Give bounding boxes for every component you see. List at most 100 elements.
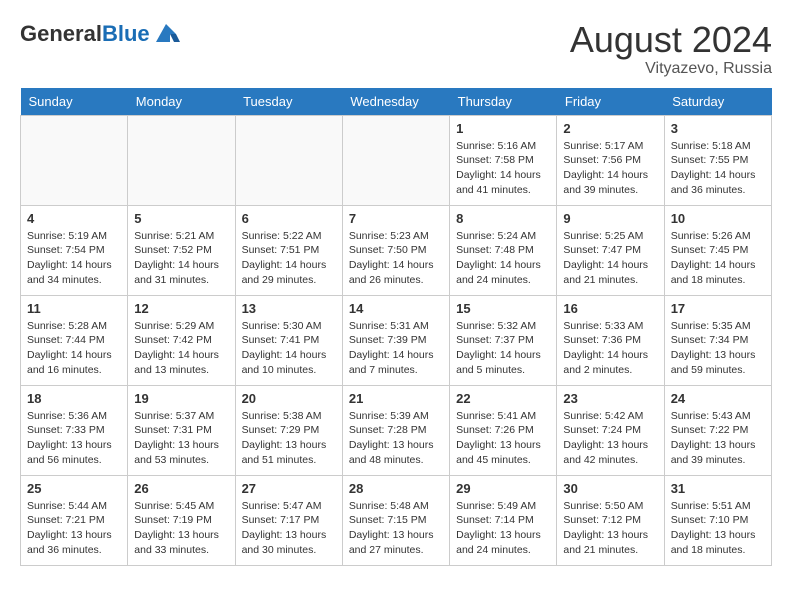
calendar-cell: 29 Sunrise: 5:49 AMSunset: 7:14 PMDayligh… [450,475,557,565]
calendar-cell: 31 Sunrise: 5:51 AMSunset: 7:10 PMDayligh… [664,475,771,565]
calendar-cell: 4 Sunrise: 5:19 AMSunset: 7:54 PMDaylight… [21,205,128,295]
location: Vityazevo, Russia [570,60,772,78]
calendar-cell: 1Sunrise: 5:16 AMSunset: 7:58 PMDaylight… [450,115,557,205]
day-number: 21 [349,391,443,406]
day-info: Sunrise: 5:51 AMSunset: 7:10 PMDaylight:… [671,499,765,558]
page-header: GeneralBlue August 2024 Vityazevo, Russi… [20,20,772,78]
calendar-cell: 3 Sunrise: 5:18 AMSunset: 7:55 PMDaylight… [664,115,771,205]
calendar-cell: 20 Sunrise: 5:38 AMSunset: 7:29 PMDayligh… [235,385,342,475]
calendar-cell: 24Sunrise: 5:43 AMSunset: 7:22 PMDayligh… [664,385,771,475]
calendar-cell [342,115,449,205]
day-info: Sunrise: 5:26 AMSunset: 7:45 PMDaylight:… [671,229,765,288]
calendar-cell: 22Sunrise: 5:41 AMSunset: 7:26 PMDayligh… [450,385,557,475]
day-info: Sunrise: 5:25 AMSunset: 7:47 PMDaylight:… [563,229,657,288]
day-number: 29 [456,481,550,496]
calendar-cell: 16 Sunrise: 5:33 AMSunset: 7:36 PMDayligh… [557,295,664,385]
calendar-cell: 7Sunrise: 5:23 AMSunset: 7:50 PMDaylight… [342,205,449,295]
logo-general: General [20,21,102,46]
day-number: 16 [563,301,657,316]
day-number: 25 [27,481,121,496]
week-row-2: 4 Sunrise: 5:19 AMSunset: 7:54 PMDaylight… [21,205,772,295]
day-header-wednesday: Wednesday [342,88,449,116]
day-header-tuesday: Tuesday [235,88,342,116]
week-row-1: 1Sunrise: 5:16 AMSunset: 7:58 PMDaylight… [21,115,772,205]
day-number: 13 [242,301,336,316]
day-number: 31 [671,481,765,496]
day-info: Sunrise: 5:36 AMSunset: 7:33 PMDaylight:… [27,409,121,468]
day-info: Sunrise: 5:22 AMSunset: 7:51 PMDaylight:… [242,229,336,288]
day-info: Sunrise: 5:31 AMSunset: 7:39 PMDaylight:… [349,319,443,378]
title-block: August 2024 Vityazevo, Russia [570,20,772,78]
calendar-cell: 14 Sunrise: 5:31 AMSunset: 7:39 PMDayligh… [342,295,449,385]
day-info: Sunrise: 5:23 AMSunset: 7:50 PMDaylight:… [349,229,443,288]
day-info: Sunrise: 5:17 AMSunset: 7:56 PMDaylight:… [563,139,657,198]
day-info: Sunrise: 5:19 AMSunset: 7:54 PMDaylight:… [27,229,121,288]
day-number: 9 [563,211,657,226]
day-info: Sunrise: 5:33 AMSunset: 7:36 PMDaylight:… [563,319,657,378]
day-number: 20 [242,391,336,406]
day-info: Sunrise: 5:42 AMSunset: 7:24 PMDaylight:… [563,409,657,468]
calendar-cell: 30 Sunrise: 5:50 AMSunset: 7:12 PMDayligh… [557,475,664,565]
day-number: 12 [134,301,228,316]
day-info: Sunrise: 5:47 AMSunset: 7:17 PMDaylight:… [242,499,336,558]
logo: GeneralBlue [20,20,180,48]
calendar-cell: 27Sunrise: 5:47 AMSunset: 7:17 PMDayligh… [235,475,342,565]
day-number: 2 [563,121,657,136]
day-number: 6 [242,211,336,226]
day-number: 14 [349,301,443,316]
calendar-cell: 26 Sunrise: 5:45 AMSunset: 7:19 PMDayligh… [128,475,235,565]
day-info: Sunrise: 5:16 AMSunset: 7:58 PMDaylight:… [456,139,550,198]
day-info: Sunrise: 5:21 AMSunset: 7:52 PMDaylight:… [134,229,228,288]
calendar-cell: 10 Sunrise: 5:26 AMSunset: 7:45 PMDayligh… [664,205,771,295]
calendar-cell: 18 Sunrise: 5:36 AMSunset: 7:33 PMDayligh… [21,385,128,475]
calendar-cell: 28Sunrise: 5:48 AMSunset: 7:15 PMDayligh… [342,475,449,565]
day-info: Sunrise: 5:39 AMSunset: 7:28 PMDaylight:… [349,409,443,468]
calendar-cell [235,115,342,205]
calendar-cell: 17 Sunrise: 5:35 AMSunset: 7:34 PMDayligh… [664,295,771,385]
calendar-cell: 5Sunrise: 5:21 AMSunset: 7:52 PMDaylight… [128,205,235,295]
day-info: Sunrise: 5:44 AMSunset: 7:21 PMDaylight:… [27,499,121,558]
day-number: 15 [456,301,550,316]
day-number: 23 [563,391,657,406]
day-info: Sunrise: 5:50 AMSunset: 7:12 PMDaylight:… [563,499,657,558]
calendar-cell: 23 Sunrise: 5:42 AMSunset: 7:24 PMDayligh… [557,385,664,475]
calendar-cell [128,115,235,205]
day-header-saturday: Saturday [664,88,771,116]
day-info: Sunrise: 5:30 AMSunset: 7:41 PMDaylight:… [242,319,336,378]
day-info: Sunrise: 5:28 AMSunset: 7:44 PMDaylight:… [27,319,121,378]
day-info: Sunrise: 5:24 AMSunset: 7:48 PMDaylight:… [456,229,550,288]
day-info: Sunrise: 5:38 AMSunset: 7:29 PMDaylight:… [242,409,336,468]
calendar-cell: 8Sunrise: 5:24 AMSunset: 7:48 PMDaylight… [450,205,557,295]
day-info: Sunrise: 5:35 AMSunset: 7:34 PMDaylight:… [671,319,765,378]
week-row-4: 18 Sunrise: 5:36 AMSunset: 7:33 PMDayligh… [21,385,772,475]
day-header-sunday: Sunday [21,88,128,116]
day-info: Sunrise: 5:48 AMSunset: 7:15 PMDaylight:… [349,499,443,558]
logo-blue: Blue [102,21,150,46]
day-number: 4 [27,211,121,226]
day-number: 30 [563,481,657,496]
calendar-cell: 12Sunrise: 5:29 AMSunset: 7:42 PMDayligh… [128,295,235,385]
day-info: Sunrise: 5:41 AMSunset: 7:26 PMDaylight:… [456,409,550,468]
week-row-5: 25 Sunrise: 5:44 AMSunset: 7:21 PMDayligh… [21,475,772,565]
day-header-monday: Monday [128,88,235,116]
month-year: August 2024 [570,20,772,60]
calendar-cell: 9 Sunrise: 5:25 AMSunset: 7:47 PMDaylight… [557,205,664,295]
day-number: 26 [134,481,228,496]
day-number: 17 [671,301,765,316]
day-number: 24 [671,391,765,406]
calendar-table: SundayMondayTuesdayWednesdayThursdayFrid… [20,88,772,566]
calendar-cell [21,115,128,205]
calendar-cell: 19Sunrise: 5:37 AMSunset: 7:31 PMDayligh… [128,385,235,475]
calendar-cell: 11Sunrise: 5:28 AMSunset: 7:44 PMDayligh… [21,295,128,385]
day-number: 3 [671,121,765,136]
calendar-cell: 13 Sunrise: 5:30 AMSunset: 7:41 PMDayligh… [235,295,342,385]
day-info: Sunrise: 5:45 AMSunset: 7:19 PMDaylight:… [134,499,228,558]
week-row-3: 11Sunrise: 5:28 AMSunset: 7:44 PMDayligh… [21,295,772,385]
day-header-thursday: Thursday [450,88,557,116]
day-number: 18 [27,391,121,406]
calendar-cell: 25 Sunrise: 5:44 AMSunset: 7:21 PMDayligh… [21,475,128,565]
day-info: Sunrise: 5:18 AMSunset: 7:55 PMDaylight:… [671,139,765,198]
day-number: 10 [671,211,765,226]
day-info: Sunrise: 5:49 AMSunset: 7:14 PMDaylight:… [456,499,550,558]
calendar-cell: 2 Sunrise: 5:17 AMSunset: 7:56 PMDaylight… [557,115,664,205]
